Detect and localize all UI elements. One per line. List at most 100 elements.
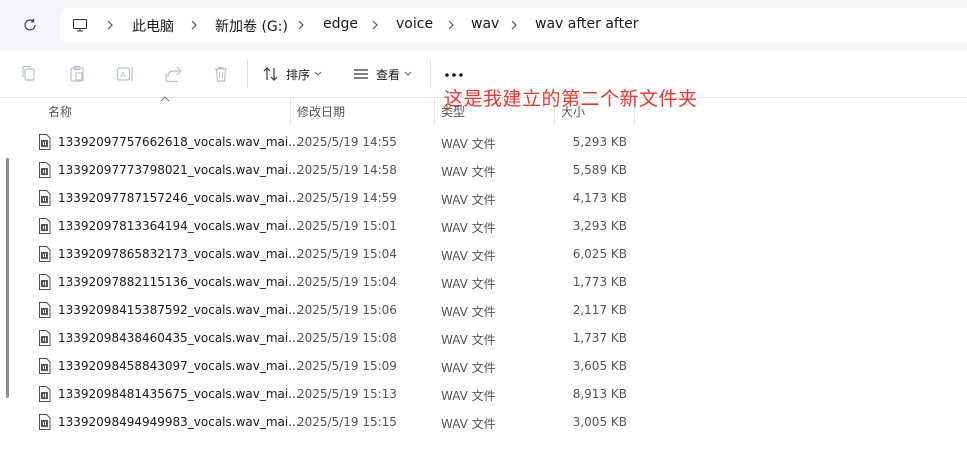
audio-file-icon: [39, 330, 51, 346]
file-size: 1,773 KB: [572, 275, 627, 289]
audio-file-icon: [39, 302, 51, 318]
file-date: 2025/5/19 14:58: [297, 163, 397, 177]
breadcrumb-item-drive[interactable]: 新加卷 (G:): [215, 16, 288, 36]
rename-icon[interactable]: A: [115, 64, 135, 84]
sort-ascending-icon: [160, 96, 170, 102]
file-list: 名称 修改日期 类型 大小 13392097757662618_vocals.w…: [0, 96, 967, 454]
annotation-text: 这是我建立的第二个新文件夹: [444, 88, 698, 110]
view-label: 查看: [376, 67, 401, 82]
file-name: 13392098494949983_vocals.wav_mai...: [58, 415, 300, 429]
file-name: 13392098458843097_vocals.wav_mai...: [58, 359, 300, 373]
file-size: 6,025 KB: [572, 247, 627, 261]
file-date: 2025/5/19 15:13: [297, 387, 397, 401]
file-size: 1,737 KB: [572, 331, 627, 345]
file-size: 3,293 KB: [572, 219, 627, 233]
file-type: WAV 文件: [441, 417, 496, 431]
refresh-button[interactable]: [16, 12, 44, 38]
breadcrumb-item-current[interactable]: wav after after: [535, 16, 638, 32]
file-date: 2025/5/19 15:09: [297, 359, 397, 373]
file-name: 13392097757662618_vocals.wav_mai...: [58, 135, 300, 149]
column-divider[interactable]: [434, 98, 435, 124]
toolbar-divider: [430, 60, 431, 88]
column-header-date[interactable]: 修改日期: [297, 103, 345, 120]
file-date: 2025/5/19 15:15: [297, 415, 397, 429]
this-pc-icon[interactable]: [72, 17, 88, 36]
delete-icon[interactable]: [211, 64, 231, 84]
view-icon: [354, 69, 368, 79]
audio-file-icon: [39, 414, 51, 430]
refresh-icon: [24, 18, 36, 31]
breadcrumb-item-wav[interactable]: wav: [471, 16, 499, 32]
table-row[interactable]: 13392097813364194_vocals.wav_mai... 2025…: [0, 212, 967, 240]
file-date: 2025/5/19 14:55: [297, 135, 397, 149]
file-name: 13392098415387592_vocals.wav_mai...: [58, 303, 300, 317]
file-size: 3,605 KB: [572, 359, 627, 373]
sort-icon: [263, 67, 278, 81]
svg-text:A: A: [120, 71, 126, 80]
audio-file-icon: [39, 246, 51, 262]
table-row[interactable]: 13392098438460435_vocals.wav_mai... 2025…: [0, 324, 967, 352]
audio-file-icon: [39, 218, 51, 234]
chevron-right-icon[interactable]: [445, 18, 457, 32]
table-row[interactable]: 13392098481435675_vocals.wav_mai... 2025…: [0, 380, 967, 408]
file-name: 13392097813364194_vocals.wav_mai...: [58, 219, 300, 233]
column-divider[interactable]: [290, 98, 291, 124]
breadcrumb-item-voice[interactable]: voice: [396, 16, 433, 32]
table-row[interactable]: 13392098458843097_vocals.wav_mai... 2025…: [0, 352, 967, 380]
file-name: 13392098438460435_vocals.wav_mai...: [58, 331, 300, 345]
paste-icon[interactable]: [67, 64, 87, 84]
audio-file-icon: [39, 274, 51, 290]
table-row[interactable]: 13392097773798021_vocals.wav_mai... 2025…: [0, 156, 967, 184]
file-date: 2025/5/19 15:01: [297, 219, 397, 233]
copy-icon[interactable]: [19, 64, 39, 84]
chevron-right-icon[interactable]: [188, 18, 200, 32]
table-row[interactable]: 13392098494949983_vocals.wav_mai... 2025…: [0, 408, 967, 436]
breadcrumb-item-this-pc[interactable]: 此电脑: [132, 16, 174, 36]
more-options-icon[interactable]: [444, 72, 464, 78]
chevron-down-icon: [314, 71, 322, 76]
sort-button[interactable]: 排序: [262, 63, 322, 85]
breadcrumb-item-edge[interactable]: edge: [323, 16, 358, 32]
file-type: WAV 文件: [441, 193, 496, 207]
chevron-right-icon[interactable]: [104, 18, 116, 32]
file-type: WAV 文件: [441, 333, 496, 347]
file-name: 13392097773798021_vocals.wav_mai...: [58, 163, 300, 177]
file-date: 2025/5/19 14:59: [297, 191, 397, 205]
file-date: 2025/5/19 15:04: [297, 275, 397, 289]
file-date: 2025/5/19 15:04: [297, 247, 397, 261]
column-header-name[interactable]: 名称: [48, 103, 72, 120]
file-date: 2025/5/19 15:06: [297, 303, 397, 317]
chevron-right-icon[interactable]: [508, 18, 520, 32]
audio-file-icon: [39, 162, 51, 178]
file-size: 5,589 KB: [572, 163, 627, 177]
table-row[interactable]: 13392097882115136_vocals.wav_mai... 2025…: [0, 268, 967, 296]
chevron-right-icon[interactable]: [295, 18, 307, 32]
chevron-down-icon: [404, 71, 412, 76]
toolbar-divider: [247, 60, 248, 88]
file-type: WAV 文件: [441, 249, 496, 263]
sort-label: 排序: [286, 67, 311, 82]
file-name: 13392098481435675_vocals.wav_mai...: [58, 387, 300, 401]
table-row[interactable]: 13392097865832173_vocals.wav_mai... 2025…: [0, 240, 967, 268]
file-name: 13392097865832173_vocals.wav_mai...: [58, 247, 300, 261]
audio-file-icon: [39, 134, 51, 150]
file-size: 3,005 KB: [572, 415, 627, 429]
scrollbar[interactable]: [6, 158, 9, 398]
share-icon[interactable]: [163, 64, 183, 84]
audio-file-icon: [39, 386, 51, 402]
table-row[interactable]: 13392097757662618_vocals.wav_mai... 2025…: [0, 128, 967, 156]
chevron-right-icon[interactable]: [369, 18, 381, 32]
view-button[interactable]: 查看: [352, 63, 412, 85]
file-type: WAV 文件: [441, 221, 496, 235]
file-type: WAV 文件: [441, 277, 496, 291]
file-type: WAV 文件: [441, 361, 496, 375]
breadcrumb: 此电脑 新加卷 (G:) edge voice wav wav after af…: [60, 8, 967, 42]
file-name: 13392097882115136_vocals.wav_mai...: [58, 275, 300, 289]
file-size: 5,293 KB: [572, 135, 627, 149]
table-row[interactable]: 13392098415387592_vocals.wav_mai... 2025…: [0, 296, 967, 324]
file-type: WAV 文件: [441, 165, 496, 179]
audio-file-icon: [39, 358, 51, 374]
table-row[interactable]: 13392097787157246_vocals.wav_mai... 2025…: [0, 184, 967, 212]
audio-file-icon: [39, 190, 51, 206]
file-date: 2025/5/19 15:08: [297, 331, 397, 345]
